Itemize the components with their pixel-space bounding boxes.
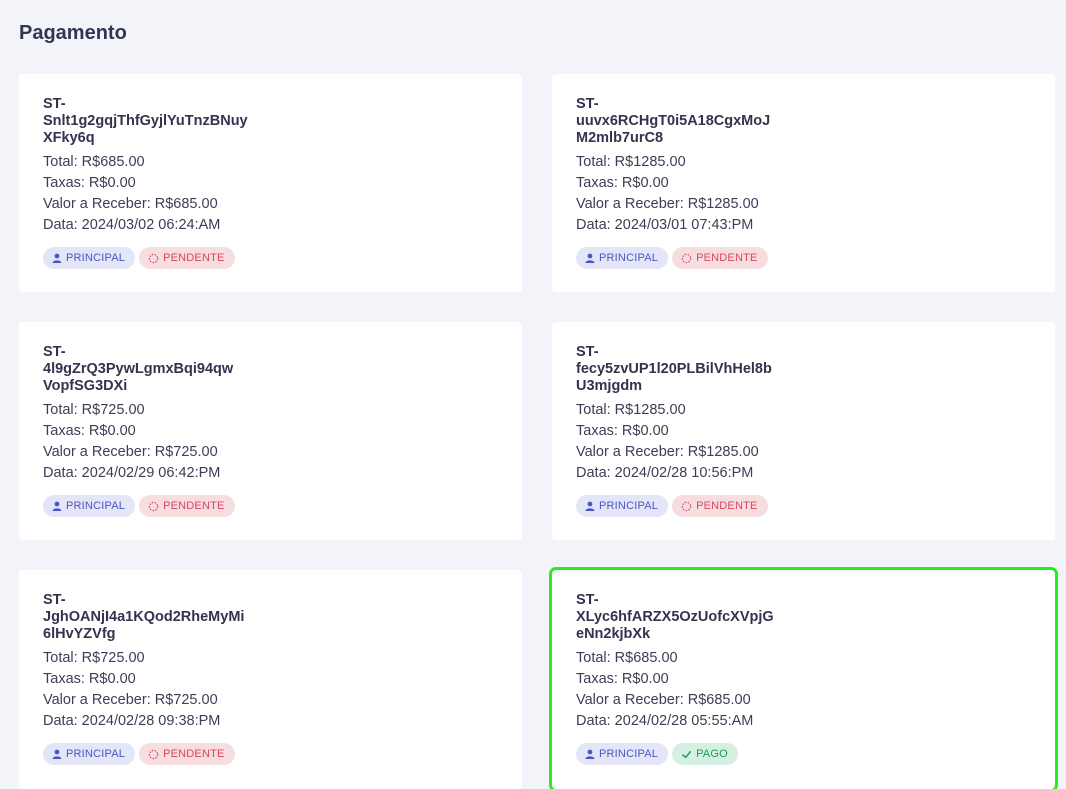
payment-card[interactable]: ST- uuvx6RCHgT0i5A18CgxMoJ M2mlb7urC8 To… xyxy=(552,74,1055,292)
payment-fees: Taxas: R$0.00 xyxy=(576,423,669,439)
payment-date: Data: 2024/02/28 09:38:PM xyxy=(43,713,221,729)
payment-id: ST- 4l9gZrQ3PywLgmxBqi94qw VopfSG3DXi xyxy=(43,344,234,394)
payment-date: Data: 2024/02/28 05:55:AM xyxy=(576,713,754,729)
status-badge: PENDENTE xyxy=(139,743,235,765)
payment-fees: Taxas: R$0.00 xyxy=(576,671,669,687)
payment-total: Total: R$685.00 xyxy=(576,650,678,666)
status-badge: PENDENTE xyxy=(672,495,768,517)
payment-id: ST- Snlt1g2gqjThfGyjlYuTnzBNuy XFky6q xyxy=(43,96,248,146)
payment-date: Data: 2024/02/28 10:56:PM xyxy=(576,465,754,481)
payment-badges: PRINCIPAL PENDENTE xyxy=(576,495,1031,517)
page-title: Pagamento xyxy=(19,22,127,44)
type-badge-label: PRINCIPAL xyxy=(66,500,126,512)
payment-id: ST- JghOANjI4a1KQod2RheMyMi 6lHvYZVfg xyxy=(43,592,245,642)
payment-net-amount: Valor a Receber: R$685.00 xyxy=(43,196,218,212)
type-badge-label: PRINCIPAL xyxy=(599,252,659,264)
status-badge: PAGO xyxy=(672,743,738,765)
spinner-icon xyxy=(148,749,159,759)
payment-date: Data: 2024/03/02 06:24:AM xyxy=(43,217,221,233)
type-badge: PRINCIPAL xyxy=(576,247,669,269)
type-badge-label: PRINCIPAL xyxy=(599,500,659,512)
user-icon xyxy=(52,749,62,759)
spinner-icon xyxy=(148,501,159,511)
payment-badges: PRINCIPAL PENDENTE xyxy=(43,247,498,269)
type-badge-label: PRINCIPAL xyxy=(66,748,126,760)
user-icon xyxy=(52,501,62,511)
user-icon xyxy=(585,501,595,511)
payment-net-amount: Valor a Receber: R$725.00 xyxy=(43,692,218,708)
payment-fees: Taxas: R$0.00 xyxy=(43,671,136,687)
payment-total: Total: R$725.00 xyxy=(43,650,145,666)
type-badge: PRINCIPAL xyxy=(43,247,136,269)
user-icon xyxy=(585,253,595,263)
payment-total: Total: R$1285.00 xyxy=(576,154,686,170)
payment-card[interactable]: ST- Snlt1g2gqjThfGyjlYuTnzBNuy XFky6q To… xyxy=(19,74,522,292)
type-badge: PRINCIPAL xyxy=(576,743,669,765)
payment-total: Total: R$725.00 xyxy=(43,402,145,418)
status-badge-label: PENDENTE xyxy=(163,252,225,264)
spinner-icon xyxy=(148,253,159,263)
payment-id: ST- XLyc6hfARZX5OzUofcXVpjG eNn2kjbXk xyxy=(576,592,774,642)
check-icon xyxy=(682,750,692,758)
user-icon xyxy=(52,253,62,263)
payment-card[interactable]: ST- JghOANjI4a1KQod2RheMyMi 6lHvYZVfg To… xyxy=(19,570,522,789)
type-badge-label: PRINCIPAL xyxy=(66,252,126,264)
user-icon xyxy=(585,749,595,759)
payment-badges: PRINCIPAL PENDENTE xyxy=(43,495,498,517)
payment-fees: Taxas: R$0.00 xyxy=(43,175,136,191)
type-badge: PRINCIPAL xyxy=(576,495,669,517)
payment-date: Data: 2024/02/29 06:42:PM xyxy=(43,465,221,481)
payment-badges: PRINCIPAL PENDENTE xyxy=(576,247,1031,269)
payment-fees: Taxas: R$0.00 xyxy=(576,175,669,191)
payment-net-amount: Valor a Receber: R$1285.00 xyxy=(576,196,759,212)
payment-badges: PRINCIPAL PAGO xyxy=(576,743,1031,765)
payment-id: ST- uuvx6RCHgT0i5A18CgxMoJ M2mlb7urC8 xyxy=(576,96,771,146)
status-badge: PENDENTE xyxy=(139,495,235,517)
type-badge-label: PRINCIPAL xyxy=(599,748,659,760)
payment-card[interactable]: ST- 4l9gZrQ3PywLgmxBqi94qw VopfSG3DXi To… xyxy=(19,322,522,540)
payment-fees: Taxas: R$0.00 xyxy=(43,423,136,439)
status-badge-label: PENDENTE xyxy=(696,500,758,512)
status-badge-label: PENDENTE xyxy=(163,748,225,760)
payment-net-amount: Valor a Receber: R$725.00 xyxy=(43,444,218,460)
status-badge-label: PAGO xyxy=(696,748,728,760)
status-badge: PENDENTE xyxy=(672,247,768,269)
payment-net-amount: Valor a Receber: R$685.00 xyxy=(576,692,751,708)
payment-total: Total: R$685.00 xyxy=(43,154,145,170)
status-badge-label: PENDENTE xyxy=(163,500,225,512)
payment-total: Total: R$1285.00 xyxy=(576,402,686,418)
payment-badges: PRINCIPAL PENDENTE xyxy=(43,743,498,765)
payment-net-amount: Valor a Receber: R$1285.00 xyxy=(576,444,759,460)
status-badge-label: PENDENTE xyxy=(696,252,758,264)
payment-card-selected[interactable]: ST- XLyc6hfARZX5OzUofcXVpjG eNn2kjbXk To… xyxy=(549,567,1058,789)
payment-card[interactable]: ST- fecy5zvUP1l20PLBilVhHel8b U3mjgdm To… xyxy=(552,322,1055,540)
type-badge: PRINCIPAL xyxy=(43,495,136,517)
type-badge: PRINCIPAL xyxy=(43,743,136,765)
status-badge: PENDENTE xyxy=(139,247,235,269)
spinner-icon xyxy=(681,501,692,511)
payment-date: Data: 2024/03/01 07:43:PM xyxy=(576,217,754,233)
spinner-icon xyxy=(681,253,692,263)
payment-id: ST- fecy5zvUP1l20PLBilVhHel8b U3mjgdm xyxy=(576,344,772,394)
